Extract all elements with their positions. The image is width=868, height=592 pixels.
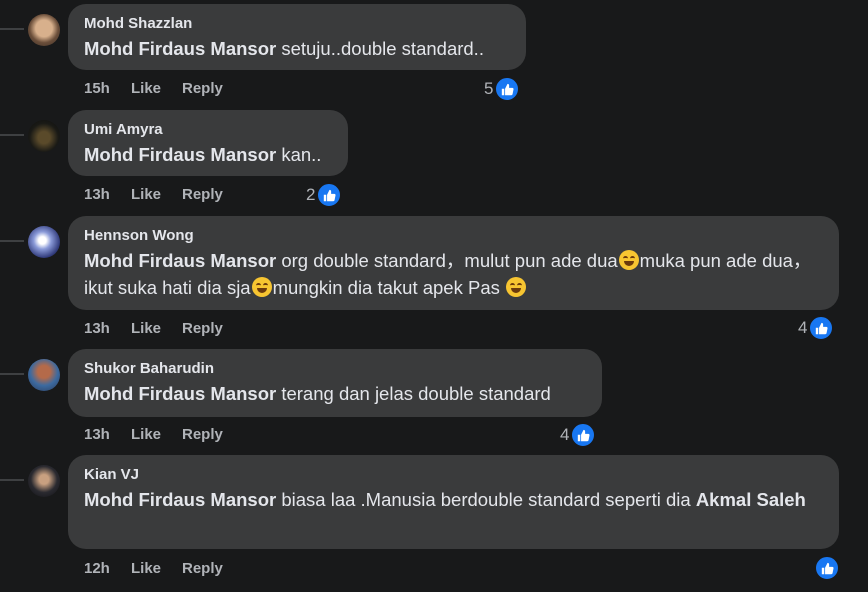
thread-connector — [0, 134, 24, 136]
comment-body: mungkin dia takut apek Pas — [272, 277, 506, 298]
timestamp[interactable]: 13h — [84, 426, 110, 443]
rolling-laughing-emoji-icon — [506, 277, 527, 297]
reaction-count[interactable]: 5 — [484, 76, 521, 102]
reaction-count[interactable]: 2 — [306, 182, 343, 208]
mention-link[interactable]: Akmal Saleh — [696, 489, 806, 510]
comment-body: biasa laa .Manusia berdouble standard se… — [276, 489, 696, 510]
comment-body: setuju..double standard.. — [276, 38, 484, 59]
reaction-count[interactable] — [813, 555, 840, 581]
like-button[interactable]: Like — [131, 560, 161, 577]
timestamp[interactable]: 13h — [84, 320, 110, 337]
comment-bubble: Umi Amyra Mohd Firdaus Mansor kan.. — [68, 110, 348, 176]
timestamp[interactable]: 13h — [84, 186, 110, 203]
comment-bubble: Kian VJ Mohd Firdaus Mansor biasa laa .M… — [68, 455, 839, 549]
like-button[interactable]: Like — [131, 426, 161, 443]
timestamp[interactable]: 15h — [84, 80, 110, 97]
reaction-count[interactable]: 4 — [798, 315, 835, 341]
comment-bubble: Hennson Wong Mohd Firdaus Mansor org dou… — [68, 216, 839, 310]
like-button[interactable]: Like — [131, 186, 161, 203]
comment-bubble: Mohd Shazzlan Mohd Firdaus Mansor setuju… — [68, 4, 526, 70]
mention-link[interactable]: Mohd Firdaus Mansor — [84, 38, 276, 59]
comment-author[interactable]: Mohd Shazzlan — [84, 13, 510, 35]
comment-body: kan.. — [276, 144, 322, 165]
laughing-emoji-icon — [618, 250, 639, 270]
avatar[interactable] — [28, 14, 60, 46]
thread-connector — [0, 240, 24, 242]
reaction-count[interactable]: 4 — [560, 422, 597, 448]
thread-connector — [0, 479, 24, 481]
thumbs-up-icon — [494, 76, 521, 102]
comment-text: Mohd Firdaus Mansor setuju..double stand… — [84, 35, 510, 62]
thread-connector — [0, 28, 24, 30]
reply-button[interactable]: Reply — [182, 560, 223, 577]
comment-text: Mohd Firdaus Mansor biasa laa .Manusia b… — [84, 486, 823, 513]
reply-button[interactable]: Reply — [182, 426, 223, 443]
mention-link[interactable]: Mohd Firdaus Mansor — [84, 383, 276, 404]
avatar[interactable] — [28, 120, 60, 152]
mention-link[interactable]: Mohd Firdaus Mansor — [84, 489, 276, 510]
avatar[interactable] — [28, 226, 60, 258]
reaction-number: 4 — [798, 318, 808, 337]
timestamp[interactable]: 12h — [84, 560, 110, 577]
comment-author[interactable]: Kian VJ — [84, 464, 823, 486]
comment-text: Mohd Firdaus Mansor kan.. — [84, 141, 332, 168]
rolling-laughing-emoji-icon — [251, 277, 272, 297]
mention-link[interactable]: Mohd Firdaus Mansor — [84, 250, 276, 271]
thumbs-up-icon — [570, 422, 597, 448]
reaction-number: 4 — [560, 425, 570, 444]
comment-author[interactable]: Umi Amyra — [84, 119, 332, 141]
thumbs-up-icon — [814, 555, 840, 581]
comment-author[interactable]: Hennson Wong — [84, 225, 823, 247]
reply-button[interactable]: Reply — [182, 80, 223, 97]
comment-text: Mohd Firdaus Mansor org double standard，… — [84, 247, 823, 301]
reaction-number: 2 — [306, 185, 316, 204]
avatar[interactable] — [28, 359, 60, 391]
comment-author[interactable]: Shukor Baharudin — [84, 358, 586, 380]
mention-link[interactable]: Mohd Firdaus Mansor — [84, 144, 276, 165]
like-button[interactable]: Like — [131, 80, 161, 97]
thread-connector — [0, 373, 24, 375]
comment-body: org double standard，mulut pun ade dua — [276, 250, 618, 271]
comment-text: Mohd Firdaus Mansor terang dan jelas dou… — [84, 380, 586, 407]
comment-body: terang dan jelas double standard — [276, 383, 551, 404]
like-button[interactable]: Like — [131, 320, 161, 337]
thumbs-up-icon — [316, 182, 343, 208]
reply-button[interactable]: Reply — [182, 186, 223, 203]
reply-button[interactable]: Reply — [182, 320, 223, 337]
thumbs-up-icon — [808, 315, 835, 341]
avatar[interactable] — [28, 465, 60, 497]
comment-bubble: Shukor Baharudin Mohd Firdaus Mansor ter… — [68, 349, 602, 417]
reaction-number: 5 — [484, 79, 494, 98]
